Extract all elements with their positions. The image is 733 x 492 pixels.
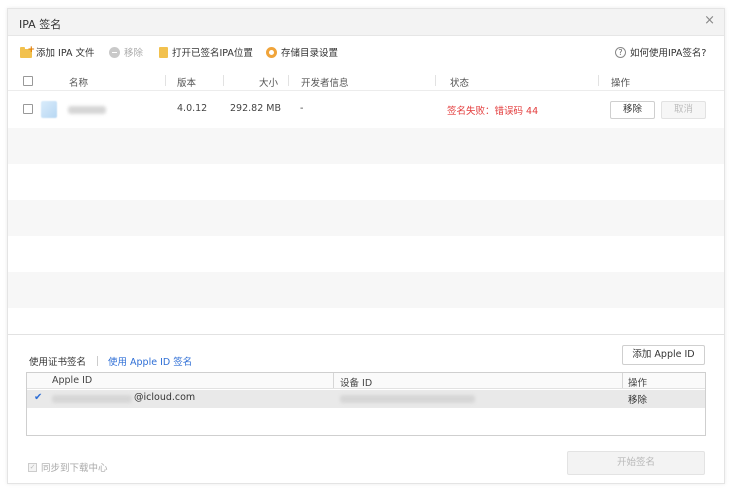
start-sign-button[interactable]: 开始签名	[567, 451, 705, 475]
row-cancel-button[interactable]: 取消	[661, 101, 706, 119]
app-version: 4.0.12	[177, 103, 208, 114]
table-row	[8, 128, 724, 164]
checkbox-check-icon: ✓	[28, 462, 37, 472]
add-ipa-label: 添加 IPA 文件	[36, 48, 95, 59]
app-size: 292.82 MB	[230, 103, 281, 114]
table-row	[8, 272, 724, 308]
app-icon	[41, 101, 57, 118]
select-all-checkbox[interactable]	[23, 76, 33, 86]
remove-button[interactable]: 移除	[109, 45, 143, 59]
open-signed-label: 打开已签名IPA位置	[172, 48, 253, 59]
storage-settings-button[interactable]: 存储目录设置	[266, 45, 338, 59]
signing-panel: 使用证书签名 使用 Apple ID 签名 添加 Apple ID Apple …	[8, 334, 724, 485]
tab-apple-id-sign[interactable]: 使用 Apple ID 签名	[108, 354, 192, 368]
column-divider[interactable]	[333, 373, 334, 388]
apple-id-table-header: Apple ID 设备 ID 操作	[27, 373, 705, 389]
header-developer: 开发者信息	[301, 78, 349, 89]
column-divider[interactable]	[435, 75, 436, 86]
add-apple-id-button[interactable]: 添加 Apple ID	[622, 345, 705, 365]
sync-label: 同步到下载中心	[41, 463, 108, 474]
column-divider[interactable]	[223, 75, 224, 86]
apple-id-table: Apple ID 设备 ID 操作 ✔ @icloud.com 移除	[26, 372, 706, 436]
column-divider[interactable]	[622, 373, 623, 388]
header-name: 名称	[69, 78, 89, 89]
storage-settings-label: 存储目录设置	[281, 48, 339, 59]
remove-label: 移除	[124, 48, 144, 59]
gear-icon	[266, 46, 277, 58]
row-remove-button[interactable]: 移除	[610, 101, 655, 119]
app-name-redacted	[68, 106, 106, 117]
apple-id-redacted	[52, 395, 132, 406]
table-row	[8, 200, 724, 236]
header-status: 状态	[450, 78, 470, 89]
status-error: 签名失败：错误码 44	[447, 106, 539, 117]
header-device-id: 设备 ID	[340, 378, 373, 389]
app-developer: -	[300, 103, 304, 114]
open-signed-location-button[interactable]: 打开已签名IPA位置	[159, 45, 253, 59]
sync-download-center-checkbox[interactable]: ✓ 同步到下载中心	[28, 460, 108, 474]
help-icon: ?	[615, 46, 626, 58]
toolbar: 添加 IPA 文件 移除 打开已签名IPA位置 存储目录设置 ? 如何使用IPA…	[8, 42, 724, 62]
header-apple-actions: 操作	[628, 378, 648, 389]
add-ipa-button[interactable]: 添加 IPA 文件	[20, 45, 94, 59]
apple-id-remove-link[interactable]: 移除	[628, 392, 647, 406]
column-divider[interactable]	[165, 75, 166, 86]
ipa-sign-dialog: IPA 签名 × 添加 IPA 文件 移除 打开已签名IPA位置 存储目录设置 …	[7, 8, 725, 484]
column-divider[interactable]	[598, 75, 599, 86]
tab-divider	[97, 356, 98, 366]
dialog-title: IPA 签名	[19, 18, 62, 31]
tab-certificate-sign[interactable]: 使用证书签名	[29, 354, 86, 368]
table-row	[8, 164, 724, 200]
header-actions: 操作	[611, 78, 631, 89]
close-icon[interactable]: ×	[704, 14, 715, 28]
ipa-table-header: 名称 版本 大小 开发者信息 状态 操作	[8, 71, 724, 91]
device-id-redacted	[340, 395, 475, 406]
table-row	[8, 236, 724, 272]
header-size: 大小	[259, 78, 279, 89]
table-row[interactable]: 4.0.12 292.82 MB - 签名失败：错误码 44 移除 取消	[8, 92, 724, 128]
ipa-table-body: 4.0.12 292.82 MB - 签名失败：错误码 44 移除 取消	[8, 92, 724, 332]
header-apple-id: Apple ID	[52, 375, 93, 386]
help-link[interactable]: ? 如何使用IPA签名?	[615, 45, 706, 59]
row-checkbox[interactable]	[23, 104, 33, 114]
column-divider[interactable]	[288, 75, 289, 86]
apple-id-domain: @icloud.com	[134, 392, 196, 403]
checkmark-icon: ✔	[34, 392, 43, 403]
folder-add-icon	[20, 45, 35, 58]
header-version: 版本	[177, 78, 197, 89]
table-row[interactable]: ✔ @icloud.com 移除	[27, 390, 705, 408]
folder-icon	[159, 46, 168, 58]
help-label: 如何使用IPA签名?	[630, 48, 707, 59]
title-bar: IPA 签名 ×	[8, 9, 724, 36]
minus-circle-icon	[109, 46, 120, 58]
